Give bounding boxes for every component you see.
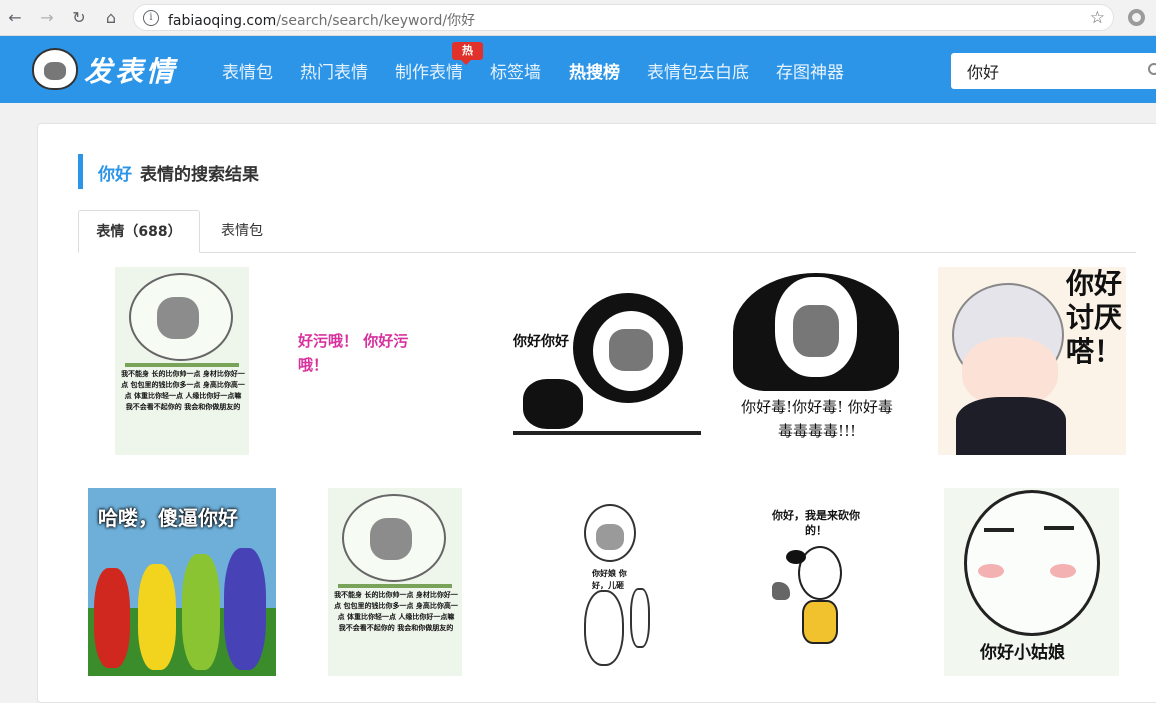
results-heading: 表情的搜索结果 [140,165,259,185]
extension-icon[interactable] [1128,9,1145,26]
emoji-image: 哈喽，傻逼你好 [88,488,276,676]
emoji-result[interactable]: 我不能身 长的比你帅一点 身材比你好一点 包包里的钱比你多一点 身高比你高一点 … [115,267,249,455]
logo-face-icon [32,48,78,90]
tab-emoji-packs[interactable]: 表情包 [200,210,284,253]
emoji-result[interactable]: 好污哦！ 你好污哦！ [298,325,416,397]
emoji-result[interactable]: 你好讨厌嗒！ [938,267,1126,455]
menu-item-tag-wall[interactable]: 标签墙 [490,58,541,83]
logo-text: 发表情 [84,55,178,88]
url-text: fabiaoqing.com/search/search/keyword/你好 [168,13,476,29]
browser-toolbar: ← → ↻ ⌂ i fabiaoqing.com/search/search/k… [0,0,1156,36]
hot-badge: 热 [452,42,483,65]
menu-item-make-emoji[interactable]: 制作表情 [395,58,463,83]
emoji-result[interactable]: 你好娘 你好，儿砸 [578,500,652,672]
site-logo[interactable]: 发表情 [32,46,182,94]
emoji-result[interactable]: 哈喽，傻逼你好 [88,488,276,676]
tab-emojis[interactable]: 表情（688） [78,210,200,253]
emoji-image: 我不能身 长的比你帅一点 身材比你好一点 包包里的钱比你多一点 身高比你高一点 … [115,267,249,455]
emoji-result[interactable]: 你好，我是来砍你的！ [766,508,866,656]
search-keyword: 你好 [98,165,132,185]
emoji-result[interactable]: 你好毒!你好毒! 你好毒毒毒毒毒!!! [731,271,901,446]
emoji-image: 你好娘 你好，儿砸 [578,500,652,672]
reload-icon[interactable]: ↻ [68,7,90,29]
forward-icon[interactable]: → [36,7,58,29]
emoji-image: 好污哦！ 你好污哦！ [298,332,409,374]
emoji-image: 我不能身 长的比你帅一点 身材比你好一点 包包里的钱比你多一点 身高比你高一点 … [328,488,462,676]
emoji-image: 你好讨厌嗒！ [938,267,1126,455]
menu-item-hot-emojis[interactable]: 热门表情 [300,58,368,83]
emoji-image: 你好小姑娘 [944,488,1119,676]
emoji-image: 你好，我是来砍你的！ [766,508,866,656]
emoji-image: 你好毒!你好毒! 你好毒毒毒毒毒!!! [731,271,901,446]
search-input[interactable] [951,53,1156,89]
back-icon[interactable]: ← [4,7,26,29]
emoji-result[interactable]: 你好小姑娘 [944,488,1119,676]
menu-item-image-saver[interactable]: 存图神器 [776,58,844,83]
address-bar[interactable]: i fabiaoqing.com/search/search/keyword/你… [133,4,1114,31]
emoji-result[interactable]: 你好你好 [513,289,701,435]
page-title: 你好 表情的搜索结果 [98,160,259,185]
site-info-icon[interactable]: i [143,10,159,26]
bookmark-star-icon[interactable]: ☆ [1090,8,1105,28]
title-accent-bar [78,154,83,189]
search-icon[interactable] [1148,63,1156,75]
home-icon[interactable]: ⌂ [100,7,122,29]
emoji-image: 你好你好 [513,289,701,431]
menu-item-hot-search[interactable]: 热搜榜 [569,58,620,83]
emoji-result[interactable]: 我不能身 长的比你帅一点 身材比你好一点 包包里的钱比你多一点 身高比你高一点 … [328,488,462,676]
menu-item-emoji-packs[interactable]: 表情包 [222,58,273,83]
menu-item-remove-background[interactable]: 表情包去白底 [647,58,749,83]
